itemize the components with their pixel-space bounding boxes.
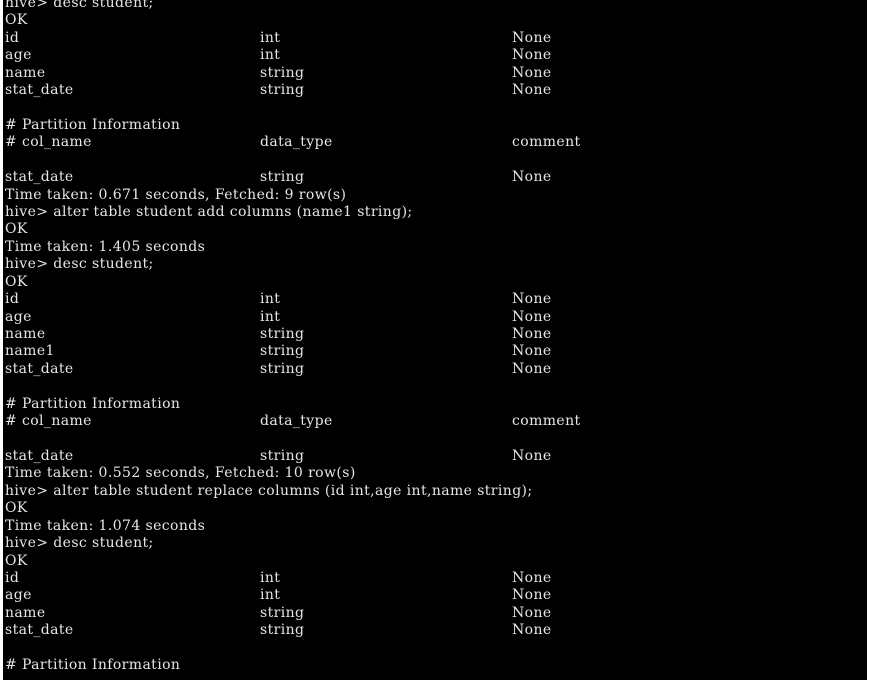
column-name-cell: id	[5, 291, 20, 308]
comment-cell: None	[512, 343, 552, 360]
terminal-line: hive> desc student;	[5, 535, 154, 552]
data-type-cell: data_type	[260, 134, 333, 151]
data-type-cell: string	[260, 64, 305, 81]
column-name-cell: name	[5, 326, 46, 343]
comment-cell: comment	[512, 134, 581, 151]
data-type-cell: string	[260, 360, 305, 377]
terminal-line: OK	[5, 552, 28, 569]
terminal-line: hive> desc student;	[5, 256, 154, 273]
column-name-cell: name	[5, 64, 46, 81]
terminal-line: # Partition Information	[5, 657, 181, 674]
comment-cell: None	[512, 569, 552, 586]
column-name-cell: id	[5, 29, 20, 46]
comment-cell: None	[512, 29, 552, 46]
terminal-line: # Partition Information	[5, 395, 181, 412]
terminal-line: hive> alter table student replace column…	[5, 482, 533, 499]
describe-row: stat_date string None	[5, 622, 867, 639]
describe-row: # col_name data_type comment	[5, 134, 867, 151]
data-type-cell: string	[260, 169, 305, 186]
describe-row: id int None	[5, 570, 867, 587]
column-name-cell: id	[5, 569, 20, 586]
data-type-cell: string	[260, 326, 305, 343]
terminal-line: OK	[5, 221, 28, 238]
terminal-line: hive> alter table student add columns (n…	[5, 204, 413, 221]
column-name-cell: stat_date	[5, 169, 74, 186]
data-type-cell: string	[260, 82, 305, 99]
terminal-line: Time taken: 0.552 seconds, Fetched: 10 r…	[5, 465, 356, 482]
comment-cell: None	[512, 360, 552, 377]
describe-row: id int None	[5, 30, 867, 47]
describe-row: stat_date string None	[5, 82, 867, 99]
data-type-cell: int	[260, 308, 281, 325]
column-name-cell: stat_date	[5, 447, 74, 464]
data-type-cell: data_type	[260, 413, 333, 430]
data-type-cell: int	[260, 291, 281, 308]
terminal-line: OK	[5, 12, 28, 29]
comment-cell: None	[512, 47, 552, 64]
describe-row: stat_date string None	[5, 448, 867, 465]
describe-row: name1 string None	[5, 343, 867, 360]
column-name-cell: stat_date	[5, 360, 74, 377]
data-type-cell: string	[260, 343, 305, 360]
column-name-cell: age	[5, 587, 32, 604]
describe-row: name string None	[5, 605, 867, 622]
terminal-line: Time taken: 1.405 seconds	[5, 238, 206, 255]
comment-cell: None	[512, 587, 552, 604]
column-name-cell: stat_date	[5, 622, 74, 639]
comment-cell: None	[512, 169, 552, 186]
data-type-cell: string	[260, 447, 305, 464]
comment-cell: None	[512, 447, 552, 464]
column-name-cell: # col_name	[5, 413, 92, 430]
describe-row: name string None	[5, 65, 867, 82]
describe-row: name string None	[5, 326, 867, 343]
comment-cell: None	[512, 64, 552, 81]
describe-row: stat_date string None	[5, 169, 867, 186]
column-name-cell: name1	[5, 343, 55, 360]
describe-row: age int None	[5, 47, 867, 64]
comment-cell: None	[512, 82, 552, 99]
comment-cell: comment	[512, 413, 581, 430]
describe-row: id int None	[5, 291, 867, 308]
comment-cell: None	[512, 308, 552, 325]
data-type-cell: int	[260, 47, 281, 64]
data-type-cell: int	[260, 569, 281, 586]
comment-cell: None	[512, 326, 552, 343]
terminal-line: hive> desc student;	[5, 0, 154, 11]
describe-row: age int None	[5, 587, 867, 604]
describe-row: age int None	[5, 309, 867, 326]
column-name-cell: age	[5, 47, 32, 64]
terminal-line: OK	[5, 500, 28, 517]
data-type-cell: int	[260, 587, 281, 604]
column-name-cell: age	[5, 308, 32, 325]
terminal-line: Time taken: 0.671 seconds, Fetched: 9 ro…	[5, 186, 347, 203]
comment-cell: None	[512, 622, 552, 639]
terminal-line: Time taken: 1.074 seconds	[5, 517, 206, 534]
data-type-cell: string	[260, 622, 305, 639]
column-name-cell: stat_date	[5, 82, 74, 99]
comment-cell: None	[512, 604, 552, 621]
terminal-line: # Partition Information	[5, 116, 181, 133]
terminal-window[interactable]: hive> desc student; OK id int None age int None…	[3, 0, 867, 680]
terminal-line: OK	[5, 273, 28, 290]
column-name-cell: # col_name	[5, 134, 92, 151]
describe-row: stat_date string None	[5, 361, 867, 378]
describe-row: # col_name data_type comment	[5, 413, 867, 430]
data-type-cell: string	[260, 604, 305, 621]
data-type-cell: int	[260, 29, 281, 46]
comment-cell: None	[512, 291, 552, 308]
column-name-cell: name	[5, 604, 46, 621]
terminal-output: hive> desc student; OK id int None age int None…	[5, 0, 867, 674]
